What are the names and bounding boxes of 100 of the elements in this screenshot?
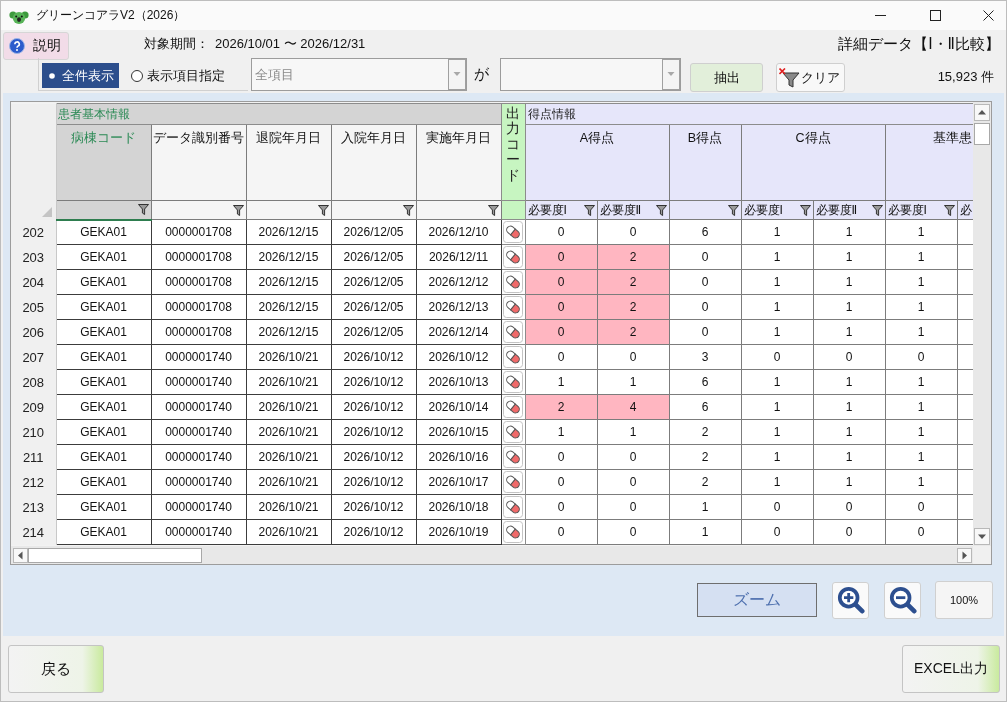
filter-icon[interactable] — [727, 204, 739, 216]
table-cell: 2026/12/15 — [246, 219, 331, 245]
table-cell: 2026/10/13 — [416, 369, 501, 395]
column-header[interactable]: 入院年月日 — [331, 124, 416, 201]
filter-icon[interactable] — [402, 204, 414, 216]
table-cell: GEKA01 — [56, 494, 151, 520]
table-cell: GEKA01 — [56, 419, 151, 445]
capsule-icon[interactable] — [503, 321, 523, 343]
connector-text: が — [474, 65, 489, 84]
filter-icon[interactable] — [232, 204, 244, 216]
radio-option[interactable]: 全件表示 — [42, 63, 119, 88]
close-icon[interactable] — [983, 10, 994, 21]
table-cell: 2026/12/14 — [416, 319, 501, 345]
table-cell: GEKA01 — [56, 469, 151, 495]
back-button[interactable]: 戻る — [8, 645, 104, 693]
filter-icon[interactable] — [487, 204, 499, 216]
table-cell: 2026/10/21 — [246, 369, 331, 395]
maximize-icon[interactable] — [930, 10, 941, 21]
radio-option[interactable]: 表示項目指定 — [127, 63, 230, 88]
capsule-icon[interactable] — [503, 221, 523, 243]
table-cell: 2026/10/21 — [246, 394, 331, 420]
radio-icon — [131, 69, 143, 82]
filter-icon[interactable] — [871, 204, 883, 216]
table-cell: 0000001740 — [151, 369, 246, 395]
table-cell: GEKA01 — [56, 244, 151, 270]
column-header[interactable]: データ識別番号 — [151, 124, 246, 201]
period-label: 対象期間： — [144, 35, 209, 53]
table-cell: 0000001708 — [151, 269, 246, 295]
table-cell: GEKA01 — [56, 519, 151, 545]
capsule-icon[interactable] — [503, 371, 523, 393]
table-cell: 2026/10/12 — [331, 444, 416, 470]
filter-icon[interactable] — [137, 204, 149, 216]
table-cell: 2026/12/15 — [246, 294, 331, 320]
filter-icon[interactable] — [317, 204, 329, 216]
filter-icon[interactable] — [583, 204, 595, 216]
table-cell: GEKA01 — [56, 344, 151, 370]
table-cell: 2026/12/15 — [246, 319, 331, 345]
capsule-icon[interactable] — [503, 271, 523, 293]
capsule-icon[interactable] — [503, 296, 523, 318]
zoom-out-icon — [888, 586, 917, 614]
period-value: 2026/10/01 〜 2026/12/31 — [215, 35, 366, 53]
table-cell: 0000001740 — [151, 419, 246, 445]
table-cell: 2026/12/15 — [246, 244, 331, 270]
table-cell: 2026/12/05 — [331, 269, 416, 295]
table-cell: 2026/10/12 — [331, 419, 416, 445]
capsule-icon[interactable] — [503, 346, 523, 368]
table-cell: 0000001740 — [151, 444, 246, 470]
filter-icon[interactable] — [799, 204, 811, 216]
table-cell: 0000001740 — [151, 344, 246, 370]
excel-export-button[interactable]: EXCEL出力 — [902, 645, 1000, 693]
help-icon — [9, 37, 25, 54]
table-cell: 0000001740 — [151, 494, 246, 520]
table-cell: 2026/10/14 — [416, 394, 501, 420]
window-title: グリーンコアラV2（2026） — [36, 7, 186, 24]
table-cell: 2026/10/19 — [416, 519, 501, 545]
table-cell: 2026/12/05 — [331, 244, 416, 270]
scrollbar-thumb[interactable] — [974, 123, 990, 145]
column-header: 出力コード — [501, 103, 525, 201]
table-cell: 0000001740 — [151, 519, 246, 545]
extract-button[interactable]: 抽出 — [690, 63, 763, 92]
table-cell: 0000001708 — [151, 219, 246, 245]
horizontal-scrollbar[interactable] — [11, 546, 973, 564]
table-cell: GEKA01 — [56, 369, 151, 395]
zoom-reset-button[interactable]: 100% — [935, 581, 993, 619]
column-header[interactable]: 退院年月日 — [246, 124, 331, 201]
table-cell: 2026/12/15 — [246, 269, 331, 295]
funnel-x-icon — [779, 67, 801, 88]
table-cell: 2026/10/12 — [331, 469, 416, 495]
table-cell: 2026/10/16 — [416, 444, 501, 470]
table-cell: 2026/12/05 — [331, 319, 416, 345]
zoom-in-icon — [836, 586, 865, 614]
capsule-icon[interactable] — [503, 471, 523, 493]
filter-icon[interactable] — [655, 204, 667, 216]
capsule-icon[interactable] — [503, 496, 523, 518]
clear-filter-button[interactable]: クリア — [776, 63, 845, 92]
capsule-icon[interactable] — [503, 446, 523, 468]
scrollbar-thumb[interactable] — [28, 547, 202, 563]
group-header: 患者基本情報 — [56, 103, 501, 125]
capsule-icon[interactable] — [503, 421, 523, 443]
subcolumn-header: 必 — [959, 202, 972, 218]
table-cell: GEKA01 — [56, 219, 151, 245]
capsule-icon[interactable] — [503, 396, 523, 418]
group-header: 得点情報 — [525, 103, 973, 125]
table-cell: 2026/10/15 — [416, 419, 501, 445]
help-button[interactable]: 説明 — [3, 31, 69, 60]
zoom-in-button[interactable] — [832, 581, 869, 619]
table-cell: 2026/12/11 — [416, 244, 501, 270]
capsule-icon[interactable] — [503, 246, 523, 268]
caret-icon — [448, 59, 466, 90]
table-cell: 2026/10/17 — [416, 469, 501, 495]
table-cell: 2026/10/21 — [246, 344, 331, 370]
filter-icon[interactable] — [943, 204, 955, 216]
vertical-scrollbar[interactable] — [973, 102, 991, 546]
subcolumn-header: 必要度Ⅱ — [815, 202, 858, 218]
column-header[interactable]: 実施年月日 — [416, 124, 501, 201]
zoom-out-button[interactable] — [884, 581, 921, 619]
table-cell: 2026/10/21 — [246, 494, 331, 520]
capsule-icon[interactable] — [503, 521, 523, 543]
table-cell: 2026/12/05 — [331, 219, 416, 245]
subcolumn-header: 必要度Ⅱ — [599, 202, 642, 218]
